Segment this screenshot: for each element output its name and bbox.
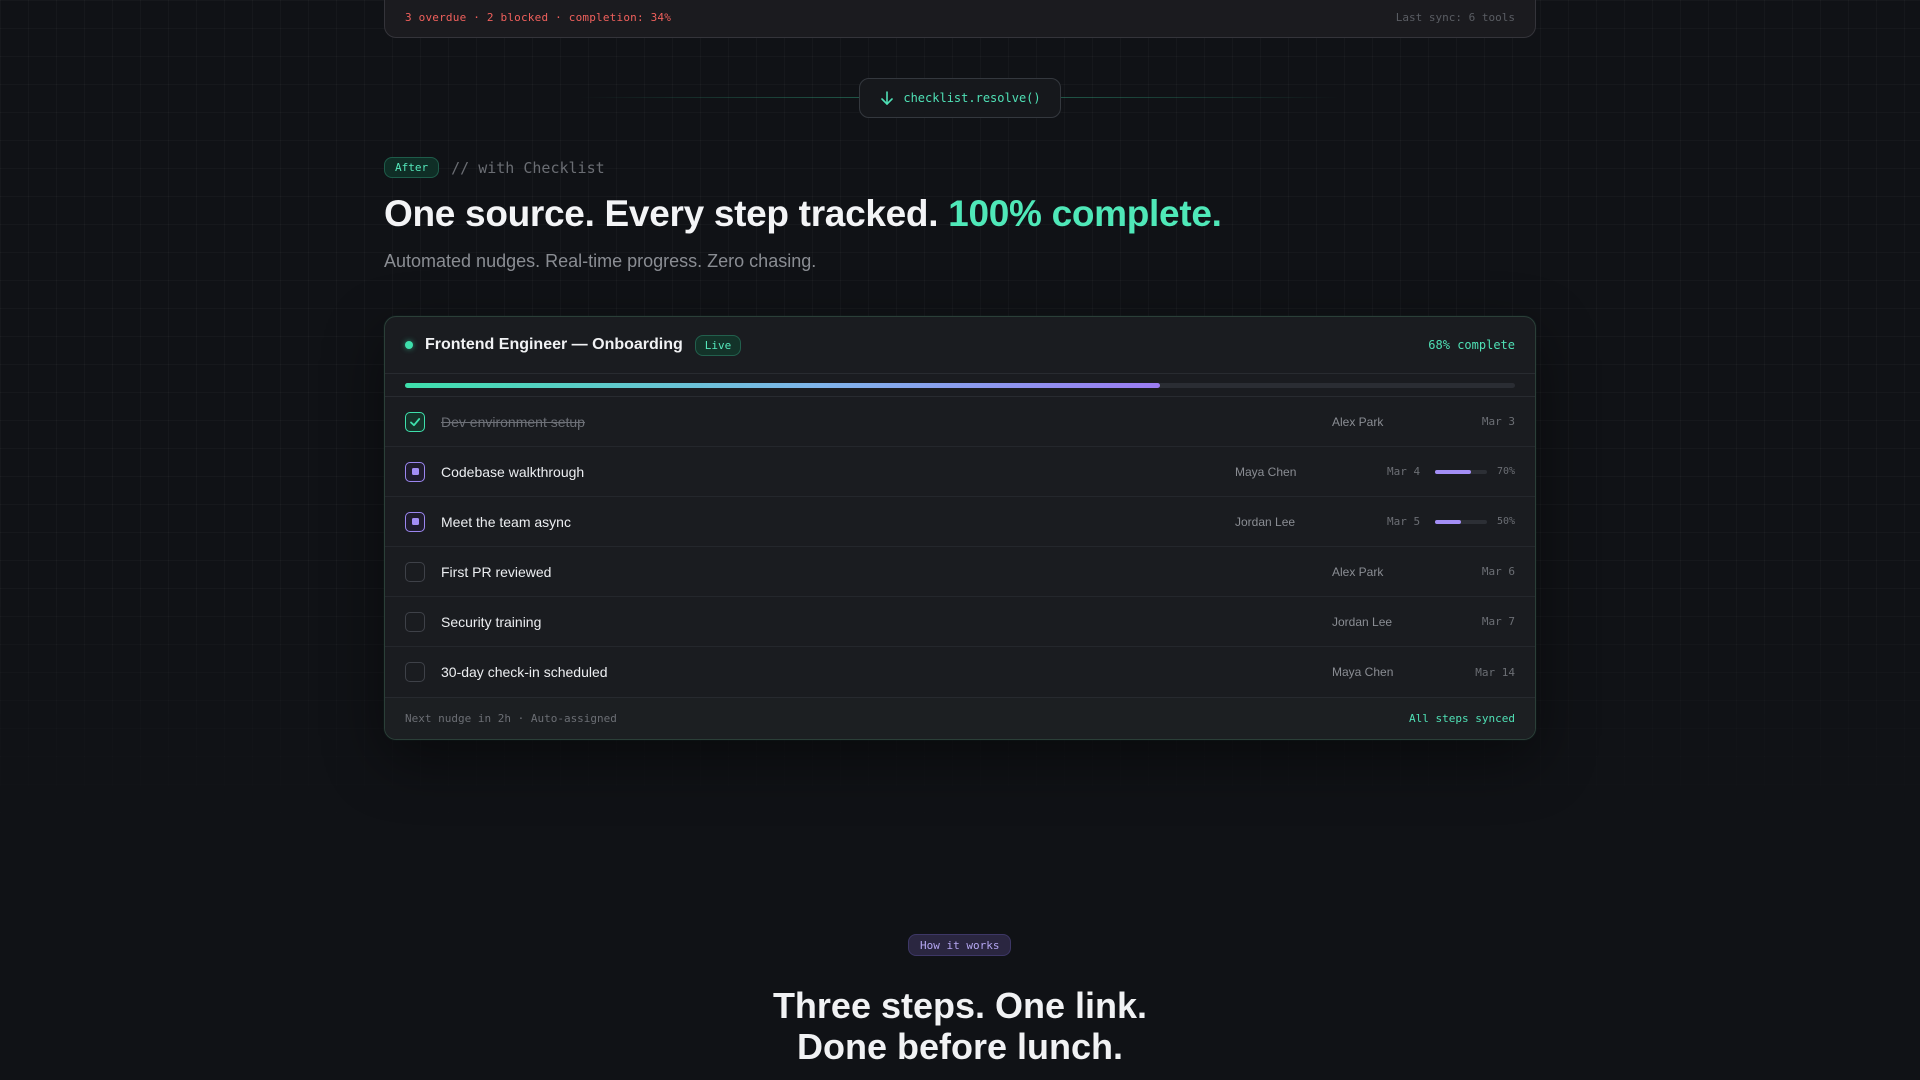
section-title: Three steps. One link. Done before lunch… — [0, 985, 1920, 1067]
task-date: Mar 3 — [1481, 415, 1515, 428]
task-progress-percent: 70% — [1496, 466, 1515, 477]
checkbox-empty[interactable] — [405, 561, 425, 582]
page-headline: One source. Every step tracked. 100% com… — [384, 193, 1222, 235]
task-owner: Jordan Lee — [1235, 514, 1296, 529]
live-status-dot — [405, 341, 413, 349]
task-owner: Jordan Lee — [1332, 614, 1393, 629]
checklist-card: Frontend Engineer — Onboarding Live 68% … — [384, 316, 1536, 740]
task-date: Mar 5 — [1387, 515, 1421, 528]
card-title: Frontend Engineer — Onboarding — [425, 336, 683, 353]
task-row[interactable]: Dev environment setup Alex Park Mar 3 — [385, 397, 1535, 447]
completion-text: 68% complete — [1428, 338, 1515, 352]
how-it-works-badge: How it works — [908, 934, 1012, 956]
task-row[interactable]: First PR reviewed Alex Park Mar 6 — [385, 547, 1535, 597]
headline-accent: 100% complete. — [948, 193, 1222, 234]
page-subline: Automated nudges. Real-time progress. Ze… — [384, 251, 817, 271]
headline-main: One source. Every step tracked. — [384, 193, 949, 234]
card-footer: Next nudge in 2h · Auto-assigned All ste… — [385, 697, 1535, 739]
task-date: Mar 4 — [1387, 465, 1421, 478]
checkbox-in-progress[interactable] — [405, 461, 425, 482]
before-sync-text: Last sync: 6 tools — [1395, 11, 1515, 24]
task-row[interactable]: Meet the team async Jordan Lee Mar 5 50% — [385, 497, 1535, 547]
task-label: Security training — [441, 613, 542, 630]
footer-nudge-text: Next nudge in 2h · Auto-assigned — [405, 712, 617, 725]
progress-fill — [405, 382, 1160, 388]
task-progress-fill — [1435, 469, 1472, 474]
divider-line-right — [1061, 97, 1340, 98]
transition-label: checklist.resolve() — [903, 91, 1041, 105]
section-title-line2: Done before lunch. — [796, 1026, 1124, 1067]
footer-sync-status: All steps synced — [1409, 712, 1515, 725]
progress-track — [405, 382, 1515, 388]
task-label: Meet the team async — [441, 513, 571, 530]
task-label: Dev environment setup — [441, 413, 585, 430]
task-owner: Alex Park — [1332, 564, 1384, 579]
task-row[interactable]: 30-day check-in scheduled Maya Chen Mar … — [385, 647, 1535, 697]
task-row[interactable]: Codebase walkthrough Maya Chen Mar 4 70% — [385, 447, 1535, 497]
arrow-down-icon — [881, 91, 894, 105]
checkbox-empty[interactable] — [405, 611, 425, 632]
task-progress-bar — [1435, 519, 1487, 524]
task-row[interactable]: Security training Jordan Lee Mar 7 — [385, 597, 1535, 647]
task-label: First PR reviewed — [441, 563, 552, 580]
after-badge: After — [384, 157, 440, 178]
task-progress-percent: 50% — [1496, 516, 1515, 527]
task-progress-bar — [1435, 469, 1487, 474]
task-date: Mar 6 — [1481, 565, 1515, 578]
after-label-row: After // with Checklist — [384, 157, 605, 178]
checkbox-in-progress[interactable] — [405, 511, 425, 532]
before-panel: 3 overdue · 2 blocked · completion: 34% … — [384, 0, 1536, 38]
task-owner: Maya Chen — [1235, 464, 1297, 479]
checkbox-checked[interactable] — [405, 411, 425, 432]
check-icon — [410, 417, 421, 426]
card-header: Frontend Engineer — Onboarding Live 68% … — [385, 317, 1535, 374]
task-date: Mar 7 — [1481, 615, 1515, 628]
in-progress-marker-icon — [411, 518, 419, 525]
divider-line-left — [580, 97, 859, 98]
after-comment: // with Checklist — [451, 158, 605, 177]
before-status-line: 3 overdue · 2 blocked · completion: 34% — [405, 11, 672, 24]
task-progress-fill — [1435, 519, 1461, 524]
overall-progress — [385, 374, 1535, 397]
task-date: Mar 14 — [1475, 665, 1515, 679]
task-label: 30-day check-in scheduled — [441, 664, 608, 680]
live-badge: Live — [694, 334, 742, 356]
in-progress-marker-icon — [411, 468, 419, 475]
task-label: Codebase walkthrough — [441, 463, 585, 480]
task-owner: Maya Chen — [1332, 665, 1394, 679]
transition-pill[interactable]: checklist.resolve() — [859, 78, 1061, 118]
task-owner: Alex Park — [1332, 414, 1384, 429]
checkbox-empty[interactable] — [405, 662, 425, 682]
section-title-line1: Three steps. One link. — [772, 985, 1148, 1026]
